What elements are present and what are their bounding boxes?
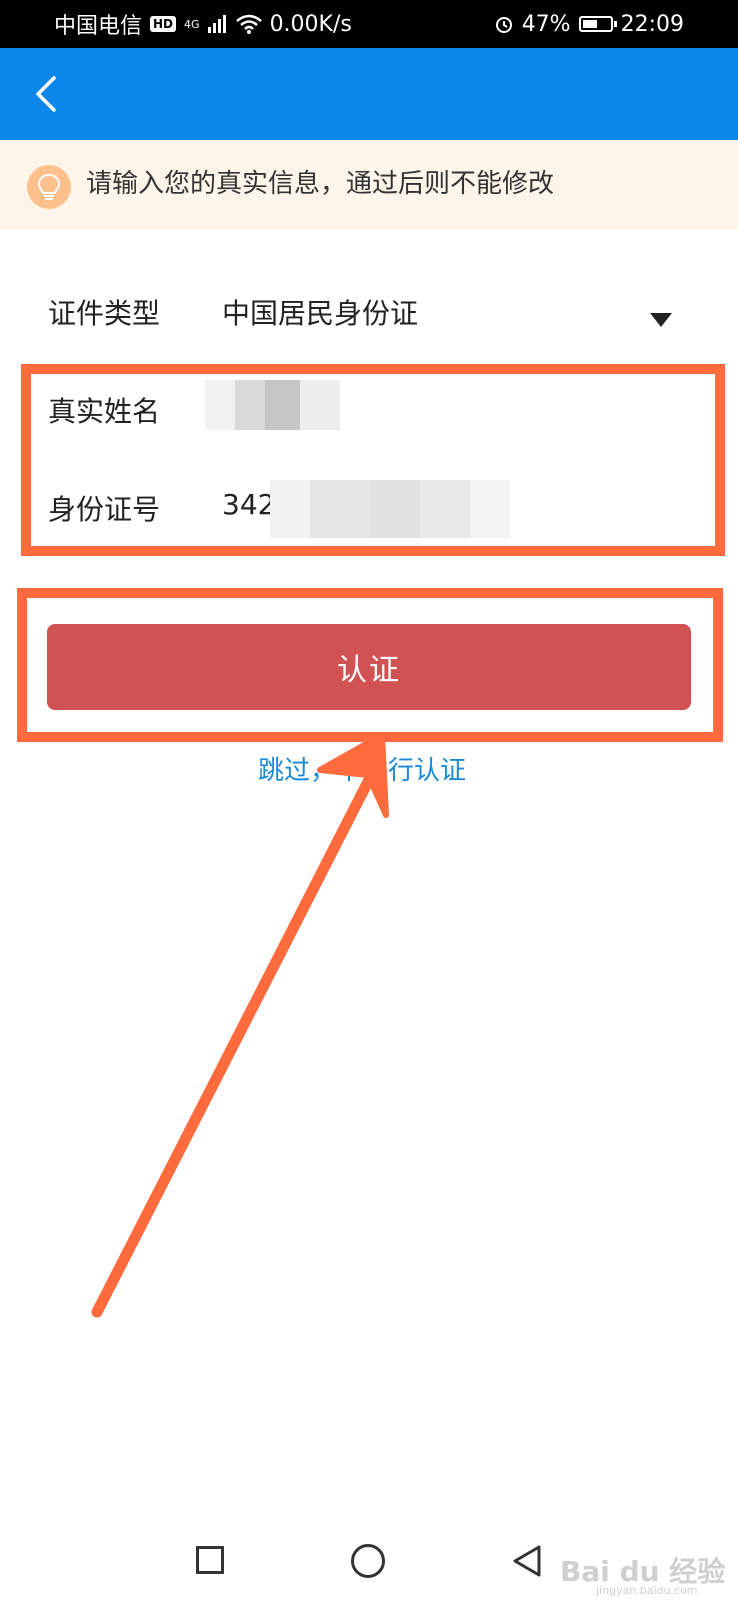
dropdown-arrow-icon[interactable] — [650, 313, 672, 327]
network-type: 4G — [184, 17, 200, 31]
hd-badge: HD — [150, 16, 177, 32]
id-type-select[interactable]: 中国居民身份证 — [222, 292, 418, 332]
status-right: 47% 22:09 — [494, 0, 684, 48]
alarm-icon — [495, 17, 512, 33]
clock-time: 22:09 — [620, 11, 684, 37]
back-nav-icon[interactable] — [509, 1543, 545, 1579]
signal-icon — [207, 15, 226, 33]
battery-percent: 47% — [521, 11, 571, 37]
home-icon[interactable] — [351, 1544, 385, 1578]
banner-text: 请输入您的真实信息，通过后则不能修改 — [86, 169, 555, 199]
form-highlight-box — [21, 364, 725, 556]
top-navbar — [0, 48, 738, 140]
verify-button[interactable]: 认证 — [47, 624, 691, 710]
annotation-arrow — [91, 732, 389, 1318]
status-left: 中国电信 HD 4G 0.00K/s — [54, 0, 352, 48]
network-speed: 0.00K/s — [269, 11, 352, 37]
skip-verification-link[interactable]: 跳过，不进行认证 — [258, 750, 466, 787]
watermark-url: jingyan.baidu.com — [596, 1584, 698, 1597]
id-type-label: 证件类型 — [48, 297, 161, 330]
recent-apps-icon[interactable] — [196, 1546, 224, 1574]
back-arrow-icon[interactable] — [26, 70, 74, 118]
battery-icon — [578, 16, 617, 32]
status-bar: 中国电信 HD 4G 0.00K/s 47% 22:09 — [0, 0, 738, 48]
lightbulb-icon — [27, 165, 71, 209]
carrier-name: 中国电信 — [54, 14, 143, 39]
wifi-icon — [235, 14, 262, 34]
